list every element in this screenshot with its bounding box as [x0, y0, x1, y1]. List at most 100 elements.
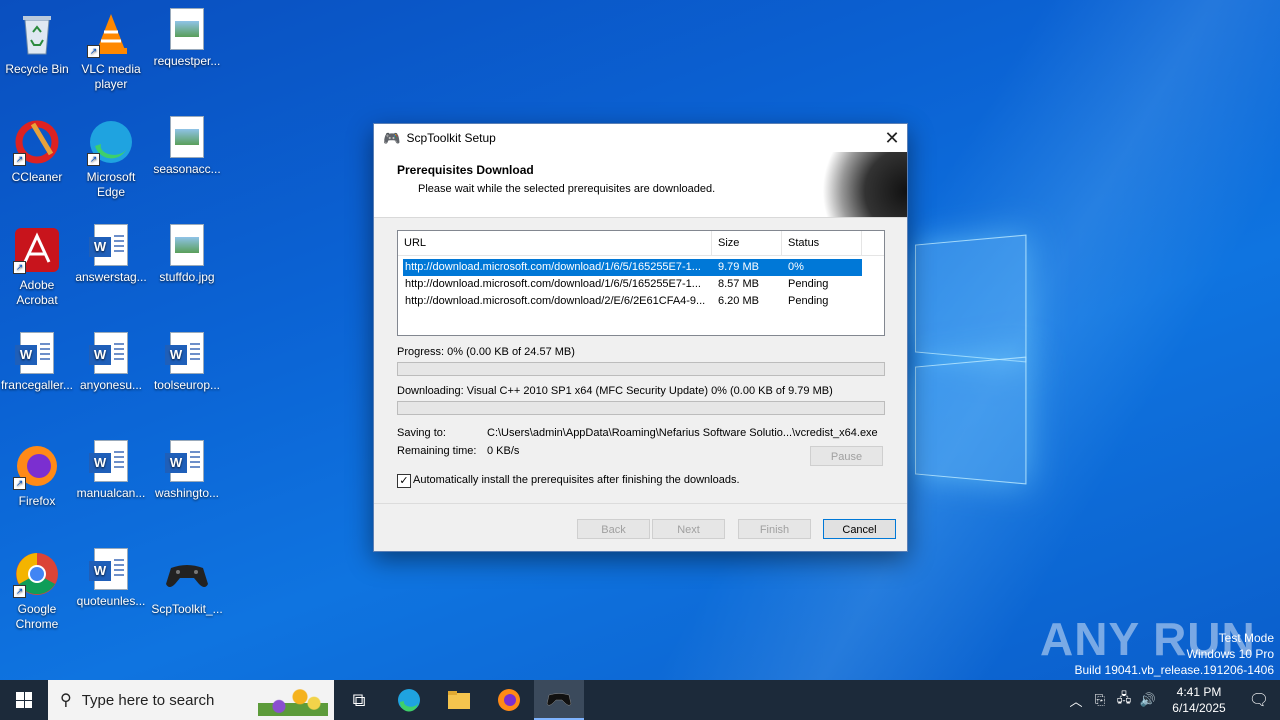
image-file-icon: [170, 8, 204, 50]
search-highlight-image: [258, 684, 328, 716]
column-header-url[interactable]: URL: [398, 231, 712, 255]
desktop-icon-requestper[interactable]: requestper...: [150, 4, 224, 69]
clock-date: 6/14/2025: [1172, 701, 1226, 715]
desktop-icon-label: answerstag...: [75, 270, 147, 284]
notification-icon[interactable]: 🗨: [1238, 690, 1280, 710]
close-icon[interactable]: ✕: [877, 124, 907, 152]
usb-device-icon[interactable]: ⎘: [1088, 692, 1112, 708]
auto-install-label[interactable]: Automatically install the prerequisites …: [413, 474, 740, 486]
start-button[interactable]: [0, 680, 48, 720]
taskbar-file-explorer[interactable]: [434, 680, 484, 720]
downloading-label: Downloading: Visual C++ 2010 SP1 x64 (MF…: [397, 385, 833, 397]
desktop-icon-label: Microsoft Edge: [86, 170, 136, 199]
desktop-icon-microsoft-edge[interactable]: ↗ Microsoft Edge: [74, 112, 148, 200]
shortcut-arrow-icon: ↗: [13, 153, 26, 166]
desktop-icon-vlc[interactable]: ↗ VLC media player: [74, 4, 148, 92]
finish-button[interactable]: Finish: [738, 519, 811, 539]
column-header-size[interactable]: Size: [712, 231, 782, 255]
taskbar-search-box[interactable]: ⚲ Type here to search: [48, 680, 334, 720]
row-size: 8.57 MB: [718, 278, 759, 290]
watermark-line: Test Mode: [1218, 631, 1274, 645]
row-url: http://download.microsoft.com/download/1…: [405, 278, 701, 290]
desktop-icon-quoteunles[interactable]: W quoteunles...: [74, 544, 148, 609]
taskbar: ⚲ Type here to search ⧉ ︿ ⎘ 🖧 🔊 4:41 PM …: [0, 680, 1280, 720]
word-document-icon: W: [89, 440, 128, 482]
chevron-up-icon[interactable]: ︿: [1064, 691, 1088, 710]
saving-to-path: C:\Users\admin\AppData\Roaming\Nefarius …: [487, 427, 878, 439]
desktop-icon-label: anyonesu...: [79, 378, 143, 392]
desktop-icon-label: Firefox: [18, 494, 56, 508]
desktop-icon-label: Adobe Acrobat: [16, 278, 58, 307]
watermark-line: Windows 10 Pro: [1186, 647, 1274, 661]
file-progress-bar: [397, 401, 885, 415]
windows-logo-icon: [16, 692, 32, 708]
ccleaner-icon: ↗: [13, 118, 61, 166]
list-row[interactable]: http://download.microsoft.com/download/1…: [403, 259, 862, 276]
watermark-line: Build 19041.vb_release.191206-1406: [1074, 663, 1275, 677]
desktop-icon-stuffdo[interactable]: stuffdo.jpg: [150, 220, 224, 285]
row-size: 9.79 MB: [718, 261, 759, 273]
next-button[interactable]: Next: [652, 519, 725, 539]
taskbar-edge[interactable]: [384, 680, 434, 720]
desktop-icon-label: quoteunles...: [76, 594, 146, 608]
setup-dialog: 🎮 ScpToolkit Setup ✕ Prerequisites Downl…: [373, 123, 908, 552]
dialog-title: ScpToolkit Setup: [406, 131, 496, 145]
prerequisites-list[interactable]: URL Size Status http://download.microsof…: [397, 230, 885, 336]
word-document-icon: W: [89, 224, 128, 266]
cancel-button[interactable]: Cancel: [823, 519, 896, 539]
list-header: URL Size Status: [398, 231, 884, 256]
desktop-icon-label: francegaller...: [0, 378, 74, 392]
row-url: http://download.microsoft.com/download/2…: [405, 295, 706, 307]
wallpaper-windows-logo: [905, 234, 1030, 485]
desktop-icon-firefox[interactable]: ↗ Firefox: [0, 436, 74, 509]
desktop-icon-google-chrome[interactable]: ↗ Google Chrome: [0, 544, 74, 632]
row-status: 0%: [788, 261, 804, 273]
desktop-icon-francegaller[interactable]: W francegaller...: [0, 328, 74, 393]
system-watermark: Test Mode Windows 10 Pro Build 19041.vb_…: [1075, 630, 1275, 678]
image-file-icon: [170, 116, 204, 158]
auto-install-checkbox[interactable]: ✓: [397, 474, 411, 488]
desktop-icon-washingto[interactable]: W washingto...: [150, 436, 224, 501]
shortcut-arrow-icon: ↗: [87, 153, 100, 166]
desktop-icon-seasonacc[interactable]: seasonacc...: [150, 112, 224, 177]
edge-icon: [398, 689, 420, 712]
desktop-icon-label: VLC media player: [81, 62, 141, 91]
taskbar-scptoolkit[interactable]: [534, 680, 584, 720]
desktop-icon-anyonesu[interactable]: W anyonesu...: [74, 328, 148, 393]
desktop-icon-manualcan[interactable]: W manualcan...: [74, 436, 148, 501]
dialog-titlebar[interactable]: 🎮 ScpToolkit Setup ✕: [374, 124, 907, 152]
desktop-icon-toolseurop[interactable]: W toolseurop...: [150, 328, 224, 393]
gamepad-icon: [163, 550, 211, 598]
taskbar-firefox[interactable]: [484, 680, 534, 720]
shortcut-arrow-icon: ↗: [87, 45, 100, 58]
desktop-icon-ccleaner[interactable]: ↗ CCleaner: [0, 112, 74, 185]
word-document-icon: W: [89, 332, 128, 374]
desktop-icon-label: requestper...: [153, 54, 221, 68]
gamepad-icon: [546, 693, 572, 706]
list-row[interactable]: http://download.microsoft.com/download/1…: [403, 276, 862, 293]
header-banner-image: [822, 152, 907, 217]
system-tray: ︿ ⎘ 🖧 🔊 4:41 PM 6/14/2025 🗨: [1064, 680, 1280, 720]
taskbar-clock[interactable]: 4:41 PM 6/14/2025: [1160, 684, 1238, 716]
image-file-icon: [170, 224, 204, 266]
desktop-icon-label: seasonacc...: [153, 162, 221, 176]
clock-time: 4:41 PM: [1176, 685, 1222, 699]
column-header-status[interactable]: Status: [782, 231, 862, 255]
task-view-icon: ⧉: [352, 689, 366, 710]
desktop-icon-answerstag[interactable]: W answerstag...: [74, 220, 148, 285]
vlc-icon: ↗: [87, 10, 135, 58]
desktop-icon-adobe-acrobat[interactable]: ↗ Adobe Acrobat: [0, 220, 74, 308]
task-view-button[interactable]: ⧉: [334, 680, 384, 720]
volume-icon[interactable]: 🔊: [1136, 692, 1160, 708]
edge-icon: ↗: [87, 118, 135, 166]
desktop-icon-scptoolkit[interactable]: ScpToolkit_...: [150, 544, 224, 617]
back-button[interactable]: Back: [577, 519, 650, 539]
folder-icon: [448, 691, 470, 709]
network-icon[interactable]: 🖧: [1112, 689, 1136, 711]
pause-button[interactable]: Pause: [810, 446, 883, 466]
remaining-time-value: 0 KB/s: [487, 445, 520, 457]
desktop-icon-recycle-bin[interactable]: Recycle Bin: [0, 4, 74, 77]
list-row[interactable]: http://download.microsoft.com/download/2…: [403, 293, 862, 310]
desktop-icon-label: stuffdo.jpg: [159, 270, 215, 284]
desktop-icon-label: washingto...: [154, 486, 220, 500]
